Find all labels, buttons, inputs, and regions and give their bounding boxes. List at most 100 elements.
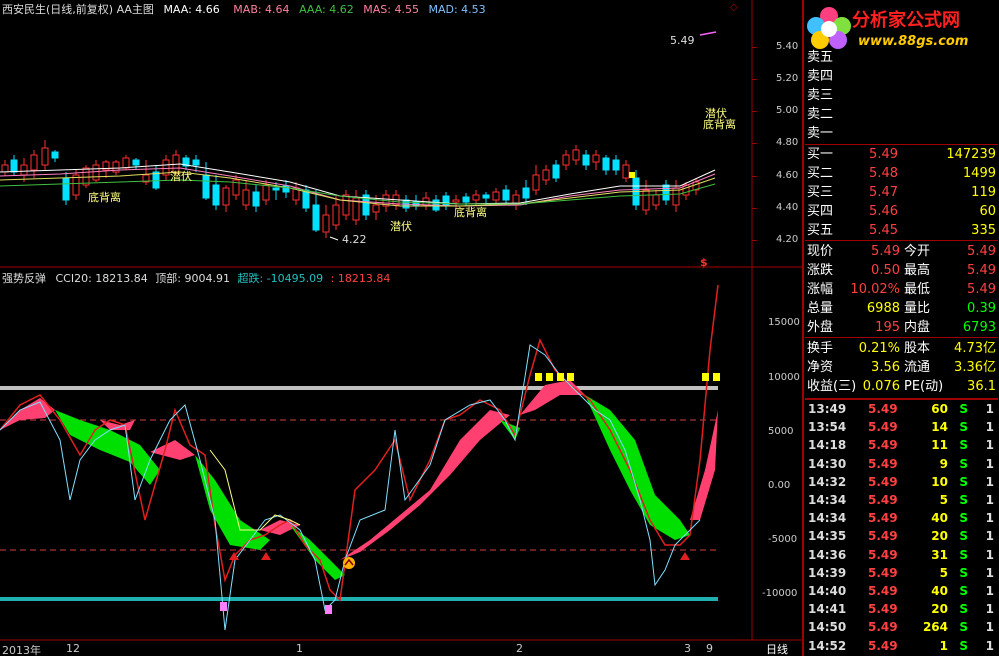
candle-body — [652, 194, 660, 206]
ask-label: 卖四 — [807, 69, 834, 84]
sell-signal-2 — [261, 552, 271, 560]
tick-time: 14:50 — [808, 620, 847, 635]
tick-side: S — [959, 620, 968, 635]
stat-label: 流通 — [904, 360, 931, 375]
stat-label: 换手 — [807, 341, 834, 356]
bid-price: 5.49 — [869, 147, 898, 162]
stat-value: 5.49 — [871, 244, 900, 259]
indicator-header: 强势反弹 CCI20: 18213.84 顶部: 9004.91 超跌: -10… — [2, 270, 390, 286]
bid-row[interactable]: 买三 5.47 119 — [806, 183, 998, 202]
tick-row[interactable]: 14:35 5.49 20 S 1 — [806, 527, 998, 545]
tick-row[interactable]: 14:34 5.49 5 S 1 — [806, 491, 998, 509]
tick-row[interactable]: 14:50 5.49 264 S 1 — [806, 618, 998, 636]
tick-count: 1 — [985, 438, 994, 453]
tick-side: S — [959, 493, 968, 507]
dollar-marker: $ — [700, 256, 708, 269]
candle-body — [332, 204, 340, 226]
tick-volume: 40 — [931, 584, 948, 598]
tick-volume: 264 — [922, 620, 948, 635]
annotation-bottom-divergence-2: 底背离 — [454, 206, 487, 219]
tick-volume: 11 — [931, 438, 948, 453]
candle-body — [622, 164, 630, 179]
tick-price: 5.49 — [868, 511, 898, 526]
date-label-dec: 12 — [66, 642, 80, 655]
stat-label: 涨幅 — [807, 282, 834, 297]
indicator-axis-tick: -10000 — [762, 588, 798, 599]
indicator-axis-tick: 5000 — [768, 426, 794, 437]
tick-time: 14:34 — [808, 511, 847, 526]
tick-row[interactable]: 13:49 5.49 60 S 1 — [806, 400, 998, 418]
price-axis-tickmark — [752, 240, 757, 241]
indicator-axis-tick: 10000 — [768, 372, 800, 383]
tick-side: S — [959, 584, 968, 598]
stat-value: 0.076 — [862, 379, 900, 394]
main-header: 西安民生(日线,前复权) AA主图 MAA: 4.66 MAB: 4.64 AA… — [2, 1, 486, 17]
tick-time: 14:40 — [808, 584, 847, 598]
band-pink-6 — [520, 380, 585, 415]
bid-volume: 147239 — [946, 147, 996, 162]
bid-label: 买三 — [807, 185, 834, 200]
restore-icon[interactable]: ◇ — [730, 2, 748, 14]
tick-row[interactable]: 13:54 5.49 14 S 1 — [806, 418, 998, 436]
tick-row[interactable]: 14:34 5.49 40 S 1 — [806, 509, 998, 527]
tick-price: 5.49 — [868, 620, 898, 635]
tick-row[interactable]: 14:18 5.49 11 S 1 — [806, 436, 998, 454]
candle-body — [242, 189, 250, 206]
tick-count: 1 — [985, 493, 994, 507]
extra-value: : 18213.84 — [330, 272, 391, 285]
annotation-bottom-divergence-3: 底背离 — [703, 118, 736, 131]
bid-row[interactable]: 买一 5.49 147239 — [806, 145, 998, 164]
candle-body — [602, 157, 610, 171]
ask-row[interactable]: 卖四 — [806, 67, 998, 86]
stat-label: 最高 — [904, 263, 931, 278]
bid-row[interactable]: 买四 5.46 60 — [806, 202, 998, 221]
cci-value: CCI20: 18213.84 — [55, 272, 148, 285]
tick-row[interactable]: 14:52 5.49 1 S 1 — [806, 637, 998, 655]
date-label-mar: 3 — [684, 642, 691, 655]
stat-value: 6793 — [962, 320, 996, 335]
period-label[interactable]: 日线 — [766, 641, 788, 656]
tick-count: 1 — [985, 420, 994, 435]
candle-body — [41, 147, 49, 166]
logo-flower-icon — [800, 4, 860, 52]
candle-body — [202, 174, 210, 199]
band-green-2 — [195, 455, 270, 550]
tick-row[interactable]: 14:40 5.49 40 S 1 — [806, 582, 998, 600]
stats-divider — [805, 240, 998, 241]
band-pink-3 — [150, 440, 195, 460]
candle-body — [1, 164, 9, 173]
bid-volume: 335 — [971, 223, 996, 238]
tick-count: 1 — [985, 547, 994, 562]
tick-price: 5.49 — [868, 456, 898, 471]
bid-row[interactable]: 买五 5.45 335 — [806, 221, 998, 240]
tick-row[interactable]: 14:39 5.49 5 S 1 — [806, 564, 998, 582]
price-axis-tickmark — [752, 111, 757, 112]
bid-row[interactable]: 买二 5.48 1499 — [806, 164, 998, 183]
tick-count: 1 — [985, 474, 994, 489]
ask-row[interactable]: 卖二 — [806, 105, 998, 124]
bid-label: 买一 — [807, 147, 834, 162]
high-price-label: 5.49 — [670, 34, 695, 47]
ask-row[interactable]: 卖一 — [806, 124, 998, 143]
candle-body — [462, 196, 470, 203]
ask-row[interactable]: 卖三 — [806, 86, 998, 105]
top-value: 顶部: 9004.91 — [155, 272, 230, 285]
oversold-value: 超跌: -10495.09 — [237, 272, 324, 285]
candle-body — [262, 184, 270, 201]
tick-row[interactable]: 14:36 5.49 31 S 1 — [806, 546, 998, 564]
stat-label: 量比 — [904, 301, 931, 316]
tick-row[interactable]: 14:41 5.49 20 S 1 — [806, 600, 998, 618]
ask-row[interactable]: 卖五 — [806, 48, 998, 67]
tick-side: S — [959, 602, 968, 617]
candle-body — [92, 164, 100, 181]
candle-body — [212, 184, 220, 206]
tick-row[interactable]: 14:32 5.49 10 S 1 — [806, 473, 998, 491]
stat-label: PE(动) — [904, 379, 944, 394]
tick-side: S — [959, 402, 968, 416]
watermark-url: www.88gs.com — [858, 34, 969, 49]
tick-time: 14:30 — [808, 456, 847, 471]
tick-row[interactable]: 14:30 5.49 9 S 1 — [806, 455, 998, 473]
stat-label: 现价 — [807, 244, 834, 259]
candle-body — [192, 159, 200, 166]
price-axis-tick: 4.80 — [776, 137, 799, 148]
